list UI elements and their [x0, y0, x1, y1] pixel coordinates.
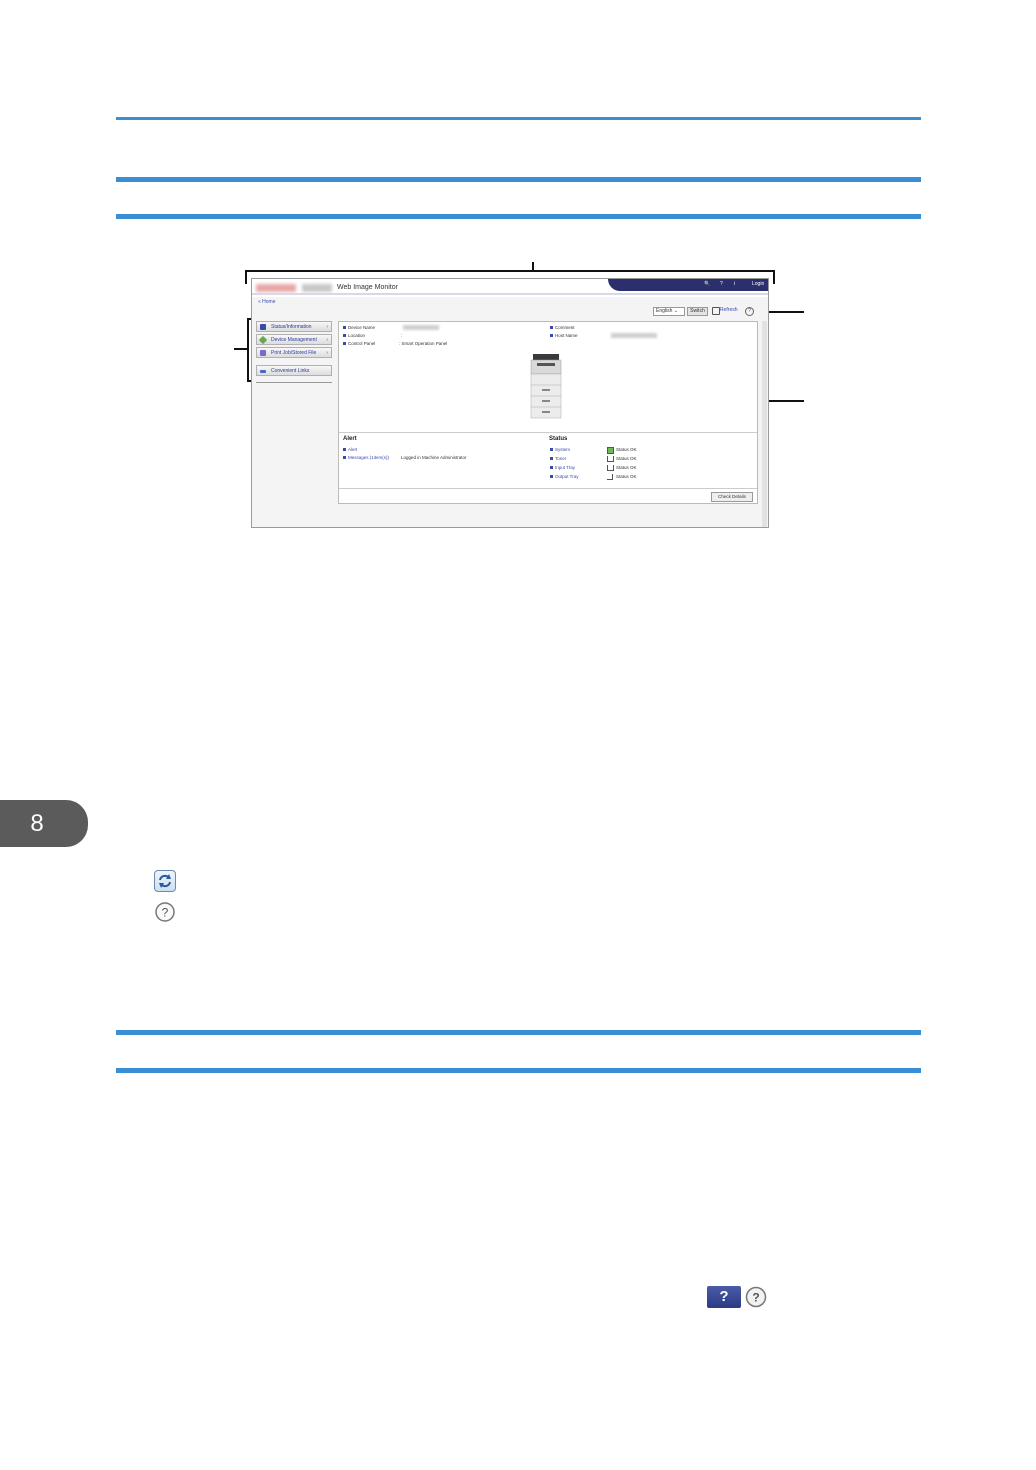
info-icon: [260, 324, 266, 330]
header-rule: [116, 117, 921, 120]
app-title: Web Image Monitor: [337, 284, 398, 291]
messages-value: Logged in Machine Administrator: [401, 455, 467, 460]
host-name-value-blurred: [611, 333, 657, 338]
chapter-tab: 8: [0, 800, 88, 847]
svg-text:?: ?: [752, 1291, 759, 1305]
chevron-right-icon: ›: [326, 350, 328, 356]
brand-logo: [256, 284, 296, 292]
svg-text:?: ?: [162, 906, 169, 920]
chapter-number: 8: [30, 809, 44, 837]
menu-label: Print Job/Stored File: [271, 350, 317, 356]
menu-divider: [256, 382, 332, 383]
status-output-tray-link[interactable]: Output Tray: [550, 474, 579, 479]
section-rule-bottom-2: [116, 1068, 921, 1073]
chevron-right-icon: ›: [326, 324, 328, 330]
status-heading: Status: [549, 436, 568, 442]
menu-label: Device Management: [271, 337, 317, 343]
language-select[interactable]: English ⌄: [653, 307, 685, 316]
info-icon[interactable]: i: [734, 281, 735, 287]
language-select-value: English: [656, 308, 673, 314]
scrollbar[interactable]: [762, 321, 767, 527]
input-tray-status-value: Status OK: [616, 465, 637, 470]
model-name-blurred: [302, 284, 332, 292]
menu-convenient-links[interactable]: Convenient Links: [256, 365, 332, 376]
menu-label: Convenient Links: [271, 368, 310, 374]
menu-status-information[interactable]: Status/Information ›: [256, 321, 332, 332]
web-image-monitor-screenshot: Web Image Monitor 🔍 ? i Login « Home Eng…: [251, 278, 769, 528]
refresh-icon: [154, 870, 176, 892]
section-rule-top-2: [116, 1030, 921, 1035]
top-toolbar: English ⌄ Switch Refresh ?: [252, 305, 768, 317]
refresh-arrows-icon: [159, 874, 171, 888]
callout-2-line: [234, 348, 248, 350]
help-icon: ?: [154, 901, 176, 923]
check-details-button[interactable]: Check Details: [711, 492, 753, 502]
output-tray-status-icon: [607, 474, 613, 480]
control-panel-label: Control Panel: [343, 341, 375, 346]
printer-image: [530, 354, 562, 419]
menu-label: Status/Information: [271, 324, 312, 330]
document-icon: [260, 350, 266, 356]
status-system-link[interactable]: System: [550, 447, 570, 452]
switch-button[interactable]: Switch: [687, 307, 708, 316]
comment-label: Comment: [550, 325, 575, 330]
host-name-label: Host Name: [550, 333, 578, 338]
menu-print-job[interactable]: Print Job/Stored File ›: [256, 347, 332, 358]
chevron-right-icon: ›: [326, 337, 328, 343]
help-button-icon: ?: [707, 1286, 741, 1308]
input-tray-status-icon: [607, 465, 614, 471]
help-round-icon: ?: [745, 1286, 767, 1308]
status-toner-link[interactable]: Toner: [550, 456, 566, 461]
alert-link[interactable]: Alert: [343, 447, 357, 452]
panel-footer-divider: [339, 488, 757, 489]
device-info-panel: Device Name Location : Control Panel : S…: [338, 321, 758, 504]
link-arrow-icon: [260, 370, 266, 373]
help-nav-icon[interactable]: ?: [720, 281, 723, 287]
status-input-tray-link[interactable]: Input Tray: [550, 465, 575, 470]
header-nav-band: 🔍 ? i Login: [608, 279, 768, 291]
system-status-icon: [607, 447, 614, 454]
device-management-icon: [258, 335, 268, 345]
login-link[interactable]: Login: [752, 281, 764, 287]
wim-header: Web Image Monitor 🔍 ? i Login: [252, 279, 768, 297]
refresh-icon[interactable]: [712, 307, 720, 315]
device-name-value-blurred: [403, 325, 439, 330]
system-status-value: Status OK: [616, 447, 637, 452]
alert-heading: Alert: [343, 436, 357, 442]
location-label: Location :: [343, 333, 402, 338]
help-icon[interactable]: ?: [745, 307, 754, 316]
header-divider: [252, 293, 768, 295]
messages-link[interactable]: Messages (1item(s)): [343, 455, 389, 460]
panel-divider: [339, 432, 757, 433]
refresh-link[interactable]: Refresh: [720, 307, 738, 313]
section-rule-bottom: [116, 214, 921, 219]
toner-status-icon: [607, 456, 614, 462]
output-tray-status-value: Status OK: [616, 474, 637, 479]
toner-status-value: Status OK: [616, 456, 637, 461]
device-name-label: Device Name: [343, 325, 375, 330]
callout-4-line: [767, 400, 804, 402]
control-panel-value: : Smart Operation Panel: [399, 341, 448, 346]
search-icon[interactable]: 🔍: [704, 281, 710, 287]
section-rule-top: [116, 177, 921, 182]
menu-device-management[interactable]: Device Management ›: [256, 334, 332, 345]
